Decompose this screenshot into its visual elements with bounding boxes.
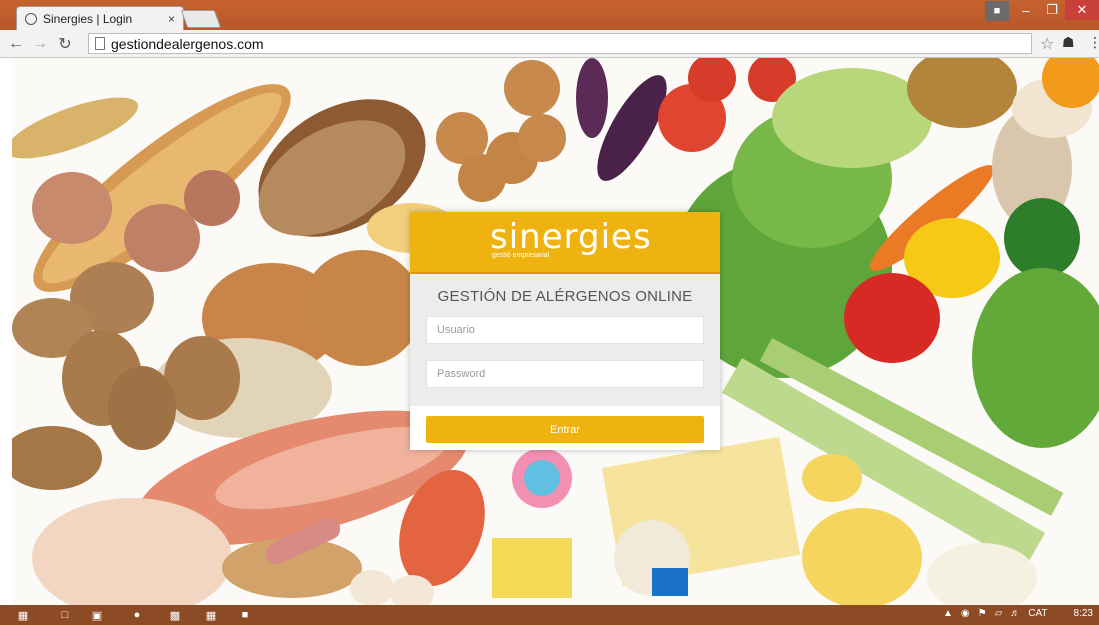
save-disk-icon[interactable]: ▩ (166, 607, 184, 623)
language-indicator[interactable]: CAT (1028, 608, 1047, 619)
address-url: gestiondealergenos.com (111, 35, 264, 52)
sinergies-logo: sinergies (490, 217, 652, 257)
login-title: GESTIÓN DE ALÉRGENOS ONLINE (437, 288, 693, 305)
outlook-icon[interactable]: ▣ (88, 607, 106, 623)
browser-toolbar: ← → ↻ gestiondealergenos.com ☆ ☗ ⋮ (0, 30, 1099, 58)
app-icon[interactable]: ■ (236, 607, 254, 623)
windows-start-icon[interactable]: ▦ (10, 607, 36, 623)
calculator-icon[interactable]: ▦ (202, 607, 220, 623)
clock[interactable]: 8:23 (1074, 608, 1093, 619)
volume-icon[interactable]: ♬ (1010, 608, 1020, 619)
user-profile-icon[interactable]: ■ (985, 1, 1009, 21)
globe-icon (25, 12, 37, 25)
menu-icon[interactable]: ⋮ (1088, 34, 1099, 51)
login-card: sinergies gestió empresarial GESTIÓN DE … (410, 212, 720, 450)
network-icon[interactable]: ◉ (961, 608, 970, 619)
address-bar[interactable]: gestiondealergenos.com (88, 33, 1032, 54)
browser-tab[interactable]: Sinergies | Login × (16, 6, 184, 30)
back-arrow-icon[interactable]: ← (6, 34, 26, 54)
browser-titlebar: Sinergies | Login × ■ – ❐ ✕ (0, 0, 1099, 30)
chrome-icon[interactable]: ● (128, 607, 146, 623)
tab-title: Sinergies | Login (43, 11, 133, 26)
minimize-button[interactable]: – (1013, 0, 1039, 20)
login-card-header: sinergies gestió empresarial (410, 212, 720, 274)
signal-icon[interactable]: ▱ (995, 608, 1003, 619)
flag-icon[interactable]: ⚑ (978, 608, 987, 619)
file-explorer-icon[interactable]: □ (56, 607, 74, 623)
login-form-body: GESTIÓN DE ALÉRGENOS ONLINE (410, 274, 720, 406)
username-input[interactable] (426, 316, 704, 344)
bookmark-star-icon[interactable]: ☆ (1040, 34, 1054, 54)
system-tray: ▲ ◉ ⚑ ▱ ♬ CAT 8:23 (943, 608, 1093, 619)
reload-icon[interactable]: ↻ (55, 34, 75, 54)
page-icon (95, 37, 105, 50)
tray-arrow-icon[interactable]: ▲ (943, 608, 953, 619)
forward-arrow-icon[interactable]: → (30, 34, 50, 54)
tab-close-icon[interactable]: × (168, 12, 175, 26)
logo-tagline: gestió empresarial (492, 252, 550, 259)
page-left-margin (0, 58, 12, 605)
window-controls: ■ – ❐ ✕ (985, 0, 1099, 22)
maximize-button[interactable]: ❐ (1039, 0, 1065, 20)
login-submit-button[interactable]: Entrar (426, 416, 704, 443)
password-input[interactable] (426, 360, 704, 388)
new-tab-button[interactable] (180, 10, 222, 28)
extension-icon[interactable]: ☗ (1062, 34, 1075, 51)
close-window-button[interactable]: ✕ (1065, 0, 1099, 20)
windows-taskbar: ▦ □ ▣ ● ▩ ▦ ■ ▲ ◉ ⚑ ▱ ♬ CAT 8:23 (0, 605, 1099, 625)
